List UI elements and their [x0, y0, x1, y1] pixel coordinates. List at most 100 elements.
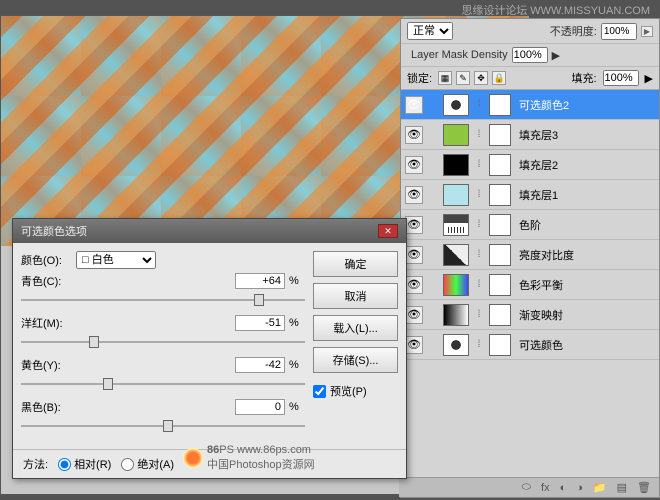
- link-icon: ⁞: [473, 129, 485, 140]
- slider-input-2[interactable]: [235, 357, 285, 373]
- close-icon[interactable]: ✕: [378, 224, 398, 238]
- visibility-icon[interactable]: 👁: [405, 156, 423, 174]
- new-layer-icon[interactable]: ▤: [617, 481, 627, 494]
- preview-checkbox[interactable]: [313, 385, 326, 398]
- layer-name[interactable]: 可选颜色: [515, 337, 563, 353]
- layer-row-6[interactable]: 👁⁞色彩平衡: [401, 270, 659, 300]
- layer-thumb[interactable]: [443, 94, 469, 116]
- layer-mask-thumb[interactable]: [489, 184, 511, 206]
- slider-handle-1[interactable]: [89, 336, 99, 348]
- fx-icon[interactable]: fx: [541, 482, 550, 494]
- layer-row-4[interactable]: 👁⁞色阶: [401, 210, 659, 240]
- layer-mask-thumb[interactable]: [489, 304, 511, 326]
- visibility-icon[interactable]: 👁: [405, 306, 423, 324]
- slider-input-1[interactable]: [235, 315, 285, 331]
- absolute-radio[interactable]: [121, 458, 134, 471]
- link-layers-icon[interactable]: ⬭: [522, 481, 531, 494]
- relative-radio[interactable]: [58, 458, 71, 471]
- visibility-icon[interactable]: 👁: [405, 96, 423, 114]
- layer-mask-thumb[interactable]: [489, 274, 511, 296]
- dialog-title: 可选颜色选项: [21, 223, 87, 239]
- layers-bottom-bar: ⬭ fx ◐ ◑ 📁 ▤ 🗑: [399, 477, 659, 497]
- visibility-icon[interactable]: 👁: [405, 126, 423, 144]
- visibility-icon[interactable]: 👁: [405, 336, 423, 354]
- layer-thumb[interactable]: [443, 154, 469, 176]
- layer-name[interactable]: 渐变映射: [515, 307, 563, 323]
- layer-thumb[interactable]: [443, 274, 469, 296]
- layer-row-3[interactable]: 👁⁞填充层1: [401, 180, 659, 210]
- mask-density-input[interactable]: [512, 47, 548, 63]
- selective-color-dialog: 可选颜色选项 ✕ 颜色(O): □ 白色 青色(C):%洋红(M):%黄色(Y)…: [12, 218, 407, 479]
- layer-name[interactable]: 亮度对比度: [515, 247, 574, 263]
- slider-track-3[interactable]: [21, 417, 305, 435]
- lock-paint-icon[interactable]: ✎: [456, 71, 470, 85]
- adjustment-icon[interactable]: ◑: [576, 482, 583, 494]
- layer-row-5[interactable]: 👁⁞亮度对比度: [401, 240, 659, 270]
- save-button[interactable]: 存储(S)...: [313, 347, 398, 373]
- slider-handle-3[interactable]: [163, 420, 173, 432]
- load-button[interactable]: 载入(L)...: [313, 315, 398, 341]
- fill-input[interactable]: [603, 70, 639, 86]
- trash-icon[interactable]: 🗑: [637, 481, 651, 494]
- layer-name[interactable]: 可选颜色2: [515, 97, 569, 113]
- layer-name[interactable]: 填充层3: [515, 127, 558, 143]
- slider-input-0[interactable]: [235, 273, 285, 289]
- layer-row-2[interactable]: 👁⁞填充层2: [401, 150, 659, 180]
- visibility-icon[interactable]: 👁: [405, 246, 423, 264]
- layer-row-0[interactable]: 👁⁞可选颜色2: [401, 90, 659, 120]
- layer-thumb[interactable]: [443, 304, 469, 326]
- layer-name[interactable]: 填充层2: [515, 157, 558, 173]
- lock-position-icon[interactable]: ✥: [474, 71, 488, 85]
- slider-handle-2[interactable]: [103, 378, 113, 390]
- relative-label: 相对(R): [74, 456, 111, 472]
- mask-density-flyout[interactable]: ▶: [552, 49, 560, 62]
- opacity-input[interactable]: [601, 23, 637, 40]
- slider-track-2[interactable]: [21, 375, 305, 393]
- layer-name[interactable]: 色阶: [515, 217, 541, 233]
- cancel-button[interactable]: 取消: [313, 283, 398, 309]
- layer-name[interactable]: 填充层1: [515, 187, 558, 203]
- absolute-radio-row[interactable]: 绝对(A): [121, 456, 174, 472]
- absolute-label: 绝对(A): [137, 456, 174, 472]
- preview-checkbox-row[interactable]: 预览(P): [313, 383, 398, 399]
- ok-button[interactable]: 确定: [313, 251, 398, 277]
- slider-handle-0[interactable]: [254, 294, 264, 306]
- lock-label: 锁定:: [407, 70, 432, 86]
- watermark-url: WWW.MISSYUAN.COM: [530, 5, 650, 17]
- color-select[interactable]: □ 白色: [76, 251, 156, 269]
- pct-label: %: [285, 275, 305, 287]
- layer-row-8[interactable]: 👁 ⁞ 可选颜色: [401, 330, 659, 360]
- layer-thumb[interactable]: [443, 184, 469, 206]
- color-label: 颜色(O):: [21, 252, 76, 268]
- lock-all-icon[interactable]: 🔒: [492, 71, 506, 85]
- slider-input-3[interactable]: [235, 399, 285, 415]
- visibility-icon[interactable]: 👁: [405, 276, 423, 294]
- blend-mode-select[interactable]: 正常: [407, 22, 453, 40]
- opacity-flyout[interactable]: ▶: [641, 26, 653, 37]
- layer-row-7[interactable]: 👁⁞渐变映射: [401, 300, 659, 330]
- layer-thumb[interactable]: [443, 214, 469, 236]
- layer-mask-thumb[interactable]: [489, 124, 511, 146]
- fill-flyout[interactable]: ▶: [645, 72, 653, 85]
- layer-name[interactable]: 色彩平衡: [515, 277, 563, 293]
- layer-mask-thumb[interactable]: [489, 94, 511, 116]
- visibility-icon[interactable]: 👁: [405, 216, 423, 234]
- relative-radio-row[interactable]: 相对(R): [58, 456, 111, 472]
- lock-transparency-icon[interactable]: ▦: [438, 71, 452, 85]
- group-icon[interactable]: 📁: [593, 481, 607, 494]
- layer-thumb[interactable]: [443, 244, 469, 266]
- mask-icon[interactable]: ◐: [560, 482, 567, 494]
- layer-thumb[interactable]: [443, 124, 469, 146]
- layer-mask-thumb[interactable]: [489, 244, 511, 266]
- layer-mask-thumb[interactable]: [489, 334, 511, 356]
- slider-track-0[interactable]: [21, 291, 305, 309]
- layer-mask-thumb[interactable]: [489, 214, 511, 236]
- slider-track-1[interactable]: [21, 333, 305, 351]
- visibility-icon[interactable]: 👁: [405, 186, 423, 204]
- pct-label: %: [285, 401, 305, 413]
- layer-row-1[interactable]: 👁 ⁞ 填充层3: [401, 120, 659, 150]
- link-icon: ⁞: [473, 339, 485, 350]
- slider-label-0: 青色(C):: [21, 273, 81, 289]
- layer-mask-thumb[interactable]: [489, 154, 511, 176]
- layer-thumb[interactable]: [443, 334, 469, 356]
